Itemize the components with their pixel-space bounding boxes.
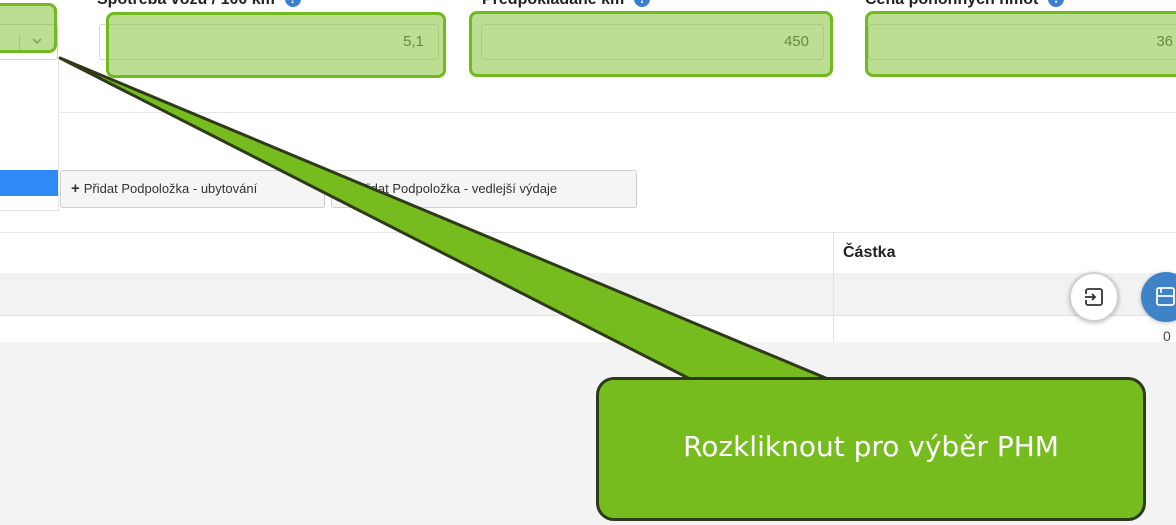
add-side-expenses-button[interactable]: + Přidat Podpoložka - vedlejší výdaje (331, 170, 637, 208)
save-button[interactable] (1141, 272, 1176, 322)
expected-km-label: Předpokládané km? (482, 0, 651, 9)
consumption-label: Spotřeba vozu / 100 km? (97, 0, 301, 9)
table-header: Částka (0, 232, 1176, 274)
help-icon[interactable]: ? (1048, 0, 1065, 7)
fuel-type-select[interactable] (0, 24, 58, 60)
fuel-price-label: Cena pohonných hmot? (865, 0, 1065, 9)
exit-button[interactable] (1069, 272, 1119, 322)
add-side-expenses-label: Přidat Podpoložka - vedlejší výdaje (354, 181, 558, 196)
help-icon[interactable]: ? (284, 0, 301, 7)
expected-km-label-text: Předpokládané km (482, 0, 624, 8)
fuel-price-label-text: Cena pohonných hmot (865, 0, 1038, 8)
add-accommodation-label: Přidat Podpoložka - ubytování (83, 181, 258, 196)
consumption-label-text: Spotřeba vozu / 100 km (97, 0, 275, 8)
help-icon[interactable]: ? (634, 0, 651, 7)
consumption-input[interactable]: 5,1 (99, 24, 439, 60)
form-panel: Spotřeba vozu / 100 km? 5,1 Předpokládan… (0, 0, 1176, 342)
column-separator (833, 316, 834, 342)
amount-cell: 0 (1163, 328, 1171, 342)
column-separator (833, 233, 834, 273)
fuel-price-input[interactable]: 36 (868, 24, 1176, 60)
dropdown-option-selected[interactable] (0, 170, 58, 196)
select-separator (19, 35, 20, 51)
chevron-down-icon[interactable] (29, 33, 45, 49)
callout-text: Rozkliknout pro výběr PHM (683, 430, 1059, 463)
divider (58, 112, 1176, 113)
save-icon (1156, 287, 1175, 306)
table-row[interactable]: 0 (0, 316, 1176, 342)
expected-km-input[interactable]: 450 (481, 24, 824, 60)
fuel-type-dropdown (0, 60, 59, 211)
sign-out-icon (1084, 288, 1103, 306)
plus-icon: + (71, 180, 80, 197)
column-header-amount: Částka (843, 244, 896, 261)
plus-icon: + (342, 180, 351, 197)
callout-box: Rozkliknout pro výběr PHM (596, 377, 1146, 521)
column-separator (833, 273, 834, 315)
table-row[interactable] (0, 273, 1176, 316)
add-accommodation-button[interactable]: + Přidat Podpoložka - ubytování (60, 170, 325, 208)
